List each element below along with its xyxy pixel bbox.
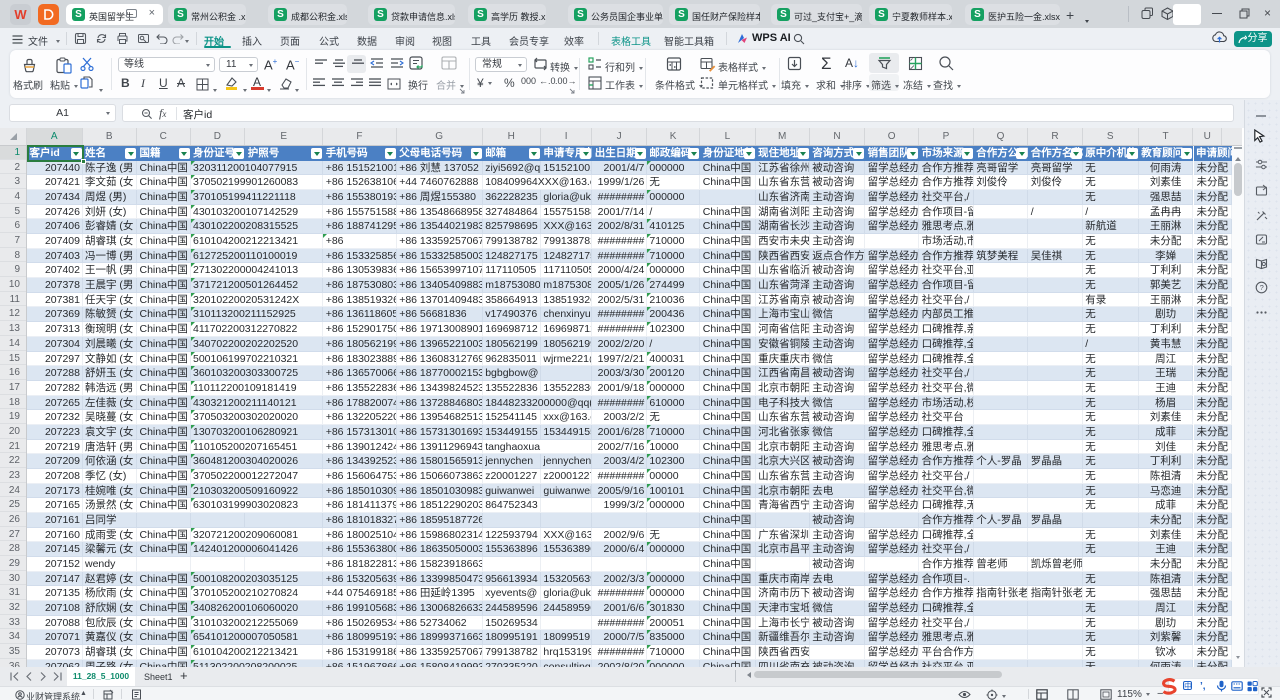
svg-text:?: ?: [1260, 283, 1264, 292]
